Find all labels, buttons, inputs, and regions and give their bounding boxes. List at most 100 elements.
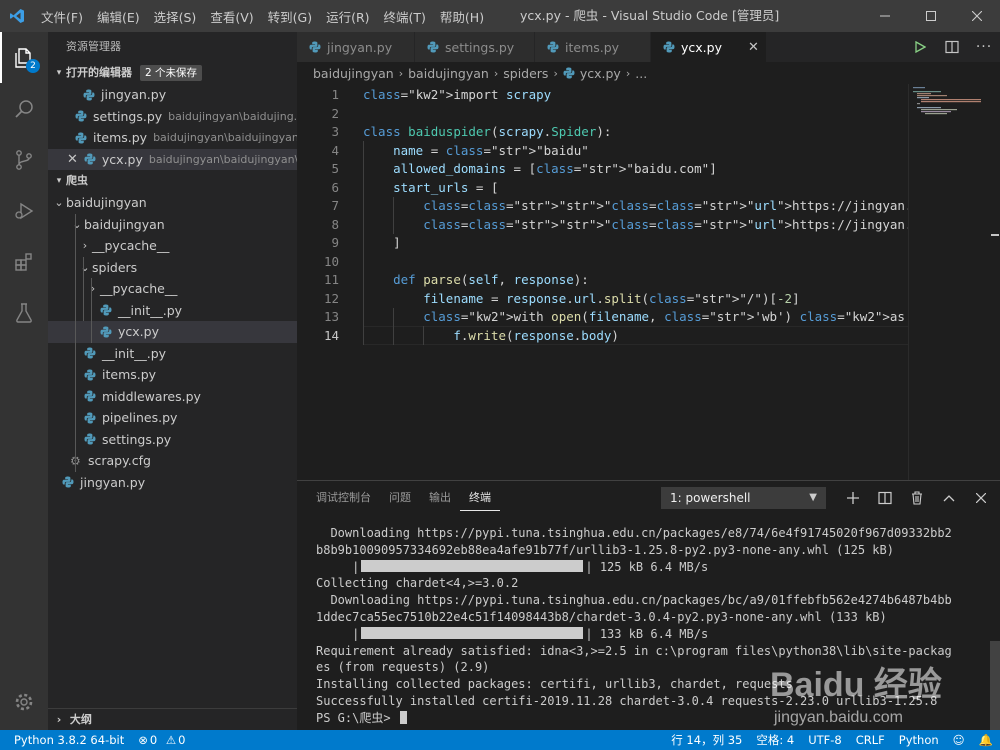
run-file-icon[interactable] <box>904 41 936 53</box>
close-window-icon[interactable] <box>954 0 1000 32</box>
run-debug-icon[interactable] <box>0 185 48 236</box>
menu-view[interactable]: 查看(V) <box>203 7 260 26</box>
open-editor-item[interactable]: settings.py baidujingyan\baidujing... <box>48 106 297 128</box>
python-file-icon <box>75 132 87 144</box>
python-file-icon <box>84 433 96 445</box>
explorer-icon[interactable]: 2 <box>0 32 48 83</box>
tree-file-selected[interactable]: ycx.py <box>48 321 297 343</box>
minimize-icon[interactable] <box>862 0 908 32</box>
encoding[interactable]: UTF-8 <box>801 733 849 747</box>
terminal-scrollbar[interactable] <box>990 641 1000 731</box>
tree-file[interactable]: items.py <box>48 364 297 386</box>
python-file-icon <box>663 41 675 53</box>
tree-label: baidujingyan <box>84 216 165 232</box>
workspace-header[interactable]: ▾ 爬虫 <box>48 170 297 192</box>
open-editor-item-active[interactable]: ✕ ycx.py baidujingyan\baidujingyan\s... <box>48 148 297 170</box>
tree-file[interactable]: jingyan.py <box>48 472 297 494</box>
tree-file[interactable]: __init__.py <box>48 300 297 322</box>
tree-file[interactable]: ⚙ scrapy.cfg <box>48 450 297 472</box>
split-terminal-icon[interactable] <box>869 487 901 509</box>
more-actions-icon[interactable]: ··· <box>968 39 1000 55</box>
tab-settings[interactable]: settings.py <box>415 32 535 62</box>
open-editors-header[interactable]: ▾ 打开的编辑器 2 个未保存 <box>48 62 297 84</box>
close-panel-icon[interactable] <box>965 487 997 509</box>
code-line: class=class="str">"str">"class=class="st… <box>423 198 908 213</box>
source-control-icon[interactable] <box>0 134 48 185</box>
tree-folder[interactable]: ⌄ spiders <box>48 257 297 279</box>
code-lines[interactable]: class="kw2">import scrapy class baiduspi… <box>363 86 908 345</box>
new-terminal-icon[interactable] <box>837 487 869 509</box>
cursor-position[interactable]: 行 14，列 35 <box>664 732 749 748</box>
tree-folder[interactable]: ⌄ baidujingyan <box>48 192 297 214</box>
tab-items[interactable]: items.py <box>535 32 651 62</box>
maximize-icon[interactable] <box>908 0 954 32</box>
line-number: 6 <box>331 179 339 195</box>
breadcrumb-item[interactable]: baidujingyan <box>408 66 489 81</box>
feedback-icon[interactable]: ☺ <box>946 733 972 747</box>
line-numbers: 1 2 3 4 5 6 7 8 9 10 11 12 13 14 <box>297 86 339 345</box>
tab-problems[interactable]: 问题 <box>380 481 420 515</box>
open-editor-item[interactable]: items.py baidujingyan\baidujingyan <box>48 127 297 149</box>
open-editor-path: baidujingyan\baidujingyan\s... <box>148 152 297 166</box>
language-mode[interactable]: Python <box>892 733 946 747</box>
python-interpreter[interactable]: Python 3.8.2 64-bit <box>0 733 131 747</box>
terminal-output[interactable]: Downloading https://pypi.tuna.tsinghua.e… <box>316 525 976 727</box>
menu-selection[interactable]: 选择(S) <box>147 7 204 26</box>
python-file-icon <box>84 412 96 424</box>
tree-file[interactable]: __init__.py <box>48 343 297 365</box>
tab-label: jingyan.py <box>327 39 393 55</box>
breadcrumb-item[interactable]: ycx.py <box>580 66 621 81</box>
python-file-icon <box>84 347 96 359</box>
indentation[interactable]: 空格: 4 <box>749 732 801 748</box>
breadcrumb-item[interactable]: baidujingyan <box>313 66 394 81</box>
tab-ycx[interactable]: ycx.py ✕ <box>651 32 767 62</box>
problems-summary[interactable]: ⊗ 0 ⚠ 0 <box>131 733 192 747</box>
menu-run[interactable]: 运行(R) <box>319 7 376 26</box>
tab-debug-console[interactable]: 调试控制台 <box>307 481 380 515</box>
breadcrumb-item[interactable]: spiders <box>503 66 548 81</box>
menu-terminal[interactable]: 终端(T) <box>377 7 433 26</box>
tree-file[interactable]: middlewares.py <box>48 386 297 408</box>
terminal-select[interactable]: 1: powershell ▼ <box>661 487 826 509</box>
python-file-icon <box>84 369 96 381</box>
editor-scrollbar[interactable] <box>988 84 1000 480</box>
python-file-icon <box>100 326 112 338</box>
test-flask-icon[interactable] <box>0 287 48 338</box>
split-editor-icon[interactable] <box>936 40 968 54</box>
minimap[interactable] <box>908 84 988 480</box>
search-icon[interactable] <box>0 83 48 134</box>
tree-file[interactable]: settings.py <box>48 429 297 451</box>
outline-header[interactable]: › 大纲 <box>48 708 297 730</box>
tab-terminal[interactable]: 终端 <box>460 486 500 511</box>
tree-folder[interactable]: › __pycache__ <box>48 235 297 257</box>
line-ending[interactable]: CRLF <box>849 733 892 747</box>
tree-file[interactable]: pipelines.py <box>48 407 297 429</box>
menu-file[interactable]: 文件(F) <box>34 7 90 26</box>
settings-gear-icon[interactable] <box>0 680 48 724</box>
tab-output[interactable]: 输出 <box>420 481 460 515</box>
trash-icon[interactable] <box>901 487 933 509</box>
tree-label: ycx.py <box>118 324 159 340</box>
tree-folder[interactable]: › __pycache__ <box>48 278 297 300</box>
tree-folder[interactable]: ⌄ baidujingyan <box>48 214 297 236</box>
terminal-line: Installing collected packages: certifi, … <box>316 677 793 692</box>
window-title: ycx.py - 爬虫 - Visual Studio Code [管理员] <box>520 8 780 23</box>
open-editor-path: baidujingyan\baidujingyan <box>153 131 297 145</box>
close-editor-icon[interactable]: ✕ <box>67 152 78 167</box>
extensions-icon[interactable] <box>0 236 48 287</box>
tab-jingyan[interactable]: jingyan.py <box>297 32 415 62</box>
maximize-panel-icon[interactable] <box>933 487 965 509</box>
code-editor[interactable]: 1 2 3 4 5 6 7 8 9 10 11 12 13 14 class="… <box>297 84 1000 480</box>
menu-help[interactable]: 帮助(H) <box>433 7 491 26</box>
file-tree: ⌄ baidujingyan ⌄ baidujingyan › __pycach… <box>48 192 297 493</box>
open-editor-item[interactable]: jingyan.py <box>48 84 297 106</box>
python-file-icon <box>75 110 87 122</box>
menu-edit[interactable]: 编辑(E) <box>90 7 147 26</box>
notifications-bell-icon[interactable]: 🔔 <box>972 733 1000 747</box>
line-number: 10 <box>323 253 339 269</box>
python-file-icon <box>84 390 96 402</box>
close-tab-icon[interactable]: ✕ <box>748 40 759 55</box>
menu-go[interactable]: 转到(G) <box>261 7 319 26</box>
breadcrumb-item[interactable]: ... <box>635 66 647 81</box>
